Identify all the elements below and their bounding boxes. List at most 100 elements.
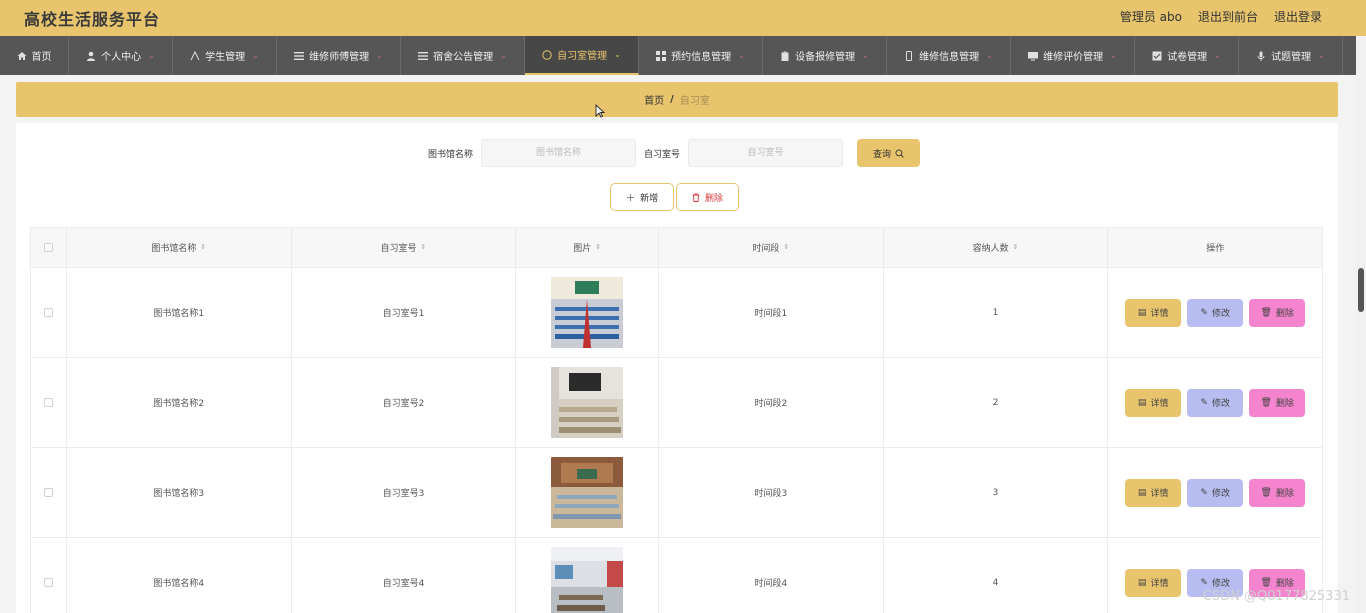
app-root: 高校生活服务平台 管理员 abo 退出到前台 退出登录 首页 个人中心 ⌄ 学生… <box>0 0 1366 613</box>
clipboard-icon <box>781 51 789 61</box>
trash-icon: 🗑 <box>1260 397 1272 408</box>
row-checkbox[interactable] <box>43 488 53 497</box>
nav-item-home[interactable]: 首页 <box>0 36 69 75</box>
sort-icon[interactable]: ⇕ <box>783 244 789 251</box>
breadcrumb-separator: / <box>670 94 674 105</box>
column-header-label: 容纳人数 <box>972 244 1009 254</box>
nav-item-dorm-notices[interactable]: 宿舍公告管理 ⌄ <box>401 36 525 75</box>
breadcrumb-home[interactable]: 首页 <box>644 92 664 107</box>
row-select-cell <box>31 448 67 537</box>
table-row: 图书馆名称4 自习室号4 时间段4 4 ▤ 详情 ✎ 修改 🗑 删除 <box>31 538 1322 613</box>
batch-delete-button[interactable]: 删除 <box>676 183 739 211</box>
chevron-down-icon: ⌄ <box>1110 51 1117 60</box>
detail-button[interactable]: ▤ 详情 <box>1125 388 1182 417</box>
detail-label: 详情 <box>1150 579 1169 589</box>
edit-button[interactable]: ✎ 修改 <box>1187 388 1244 417</box>
scrollbar-thumb[interactable] <box>1358 268 1364 312</box>
column-header-label: 操作 <box>1206 244 1225 254</box>
add-button[interactable]: + 新增 <box>610 183 674 211</box>
front-page-link[interactable]: 退出到前台 <box>1198 8 1258 25</box>
breadcrumb: 首页 / 自习室 <box>16 82 1338 117</box>
column-header-label: 图片 <box>573 244 592 254</box>
main-nav: 首页 个人中心 ⌄ 学生管理 ⌄ 维修师傅管理 ⌄ 宿舍公告管理 ⌄ 自习室管理… <box>0 36 1356 75</box>
study-room-image[interactable] <box>551 547 624 613</box>
nav-label: 维修评价管理 <box>1043 52 1104 63</box>
capacity-cell: 4 <box>884 538 1109 613</box>
search-form: 图书馆名称 自习室号 查询 <box>428 139 921 167</box>
chevron-down-icon: ⌄ <box>738 51 745 60</box>
nav-label: 宿舍公告管理 <box>433 52 494 63</box>
chevron-down-icon: ⌄ <box>376 51 383 60</box>
nav-item-profile[interactable]: 个人中心 ⌄ <box>69 36 173 75</box>
time-period-cell: 时间段2 <box>659 358 884 447</box>
study-room-image[interactable] <box>551 367 624 438</box>
nav-item-questions[interactable]: 试题管理 ⌄ <box>1239 36 1343 75</box>
student-icon <box>190 50 200 60</box>
chevron-down-icon: ⌄ <box>500 51 507 60</box>
operations-cell: ▤ 详情 ✎ 修改 🗑 删除 <box>1108 358 1322 447</box>
table-row: 图书馆名称1 自习室号1 时间段1 1 ▤ 详情 ✎ 修改 🗑 删除 <box>31 268 1322 358</box>
chevron-down-icon: ⌄ <box>862 51 869 60</box>
nav-item-repairmen[interactable]: 维修师傅管理 ⌄ <box>277 36 401 75</box>
capacity-cell: 2 <box>884 358 1109 447</box>
image-cell <box>516 448 660 537</box>
table-header: 图书馆名称 ⇕ 自习室号 ⇕ 图片 ⇕ 时间段 ⇕ 容纳人数 ⇕ 操作 <box>31 228 1322 268</box>
sort-icon[interactable]: ⇕ <box>1013 244 1019 251</box>
pencil-icon: ✎ <box>1200 397 1208 408</box>
detail-button[interactable]: ▤ 详情 <box>1125 298 1182 327</box>
row-checkbox[interactable] <box>43 398 53 407</box>
nav-item-repair-info[interactable]: 维修信息管理 ⌄ <box>887 36 1011 75</box>
remove-label: 删除 <box>1275 399 1294 409</box>
nav-item-students[interactable]: 学生管理 ⌄ <box>173 36 277 75</box>
page-scrollbar[interactable] <box>1356 36 1366 613</box>
list-icon <box>294 51 305 60</box>
phone-icon <box>906 50 913 61</box>
nav-item-reservations[interactable]: 预约信息管理 ⌄ <box>639 36 763 75</box>
nav-item-repair-requests[interactable]: 设备报修管理 ⌄ <box>763 36 887 75</box>
library-name-label: 图书馆名称 <box>428 149 474 160</box>
column-header-label: 图书馆名称 <box>151 244 197 254</box>
edit-button[interactable]: ✎ 修改 <box>1187 298 1244 327</box>
sort-icon[interactable]: ⇕ <box>421 244 427 251</box>
delete-button[interactable]: 🗑 删除 <box>1249 478 1306 507</box>
delete-button[interactable]: 🗑 删除 <box>1249 388 1306 417</box>
image-cell <box>516 358 660 447</box>
sort-icon[interactable]: ⇕ <box>200 244 206 251</box>
remove-label: 删除 <box>1275 579 1294 589</box>
nav-item-papers[interactable]: 试卷管理 ⌄ <box>1135 36 1239 75</box>
nav-item-study-rooms[interactable]: 自习室管理 ⌄ <box>525 36 639 75</box>
column-header-label: 时间段 <box>752 244 780 254</box>
study-room-input[interactable] <box>688 139 844 167</box>
col-room-number[interactable]: 自习室号 ⇕ <box>292 228 517 267</box>
col-image[interactable]: 图片 ⇕ <box>516 228 660 267</box>
col-time-period[interactable]: 时间段 ⇕ <box>659 228 884 267</box>
trash-icon: 🗑 <box>1260 307 1272 318</box>
document-icon: ▤ <box>1137 307 1147 318</box>
delete-button[interactable]: 🗑 删除 <box>1249 298 1306 327</box>
library-name-input[interactable] <box>481 139 637 167</box>
detail-button[interactable]: ▤ 详情 <box>1125 568 1182 597</box>
col-capacity[interactable]: 容纳人数 ⇕ <box>884 228 1109 267</box>
detail-button[interactable]: ▤ 详情 <box>1125 478 1182 507</box>
study-room-image[interactable] <box>551 277 624 348</box>
watermark: CSDN @Q0177825331 <box>1202 589 1350 604</box>
col-library-name[interactable]: 图书馆名称 ⇕ <box>67 228 292 267</box>
edit-button[interactable]: ✎ 修改 <box>1187 478 1244 507</box>
nav-label: 学生管理 <box>205 52 246 63</box>
select-all-cell <box>31 228 67 267</box>
edit-label: 修改 <box>1211 489 1230 499</box>
nav-label: 个人中心 <box>101 52 142 63</box>
logout-link[interactable]: 退出登录 <box>1274 8 1322 25</box>
study-room-table: 图书馆名称 ⇕ 自习室号 ⇕ 图片 ⇕ 时间段 ⇕ 容纳人数 ⇕ 操作 图书馆名称1 自习… <box>30 227 1323 613</box>
nav-item-repair-reviews[interactable]: 维修评价管理 ⌄ <box>1011 36 1135 75</box>
study-room-image[interactable] <box>551 457 624 528</box>
table-row: 图书馆名称2 自习室号2 时间段2 2 ▤ 详情 ✎ 修改 🗑 删除 <box>31 358 1322 448</box>
top-links: 管理员 abo 退出到前台 退出登录 <box>1120 8 1322 25</box>
query-button[interactable]: 查询 <box>857 139 921 167</box>
sort-icon[interactable]: ⇕ <box>595 244 601 251</box>
row-checkbox[interactable] <box>43 578 53 587</box>
col-operations: 操作 <box>1108 228 1322 267</box>
row-checkbox[interactable] <box>43 308 53 317</box>
detail-label: 详情 <box>1150 399 1169 409</box>
select-all-checkbox[interactable] <box>43 243 53 252</box>
